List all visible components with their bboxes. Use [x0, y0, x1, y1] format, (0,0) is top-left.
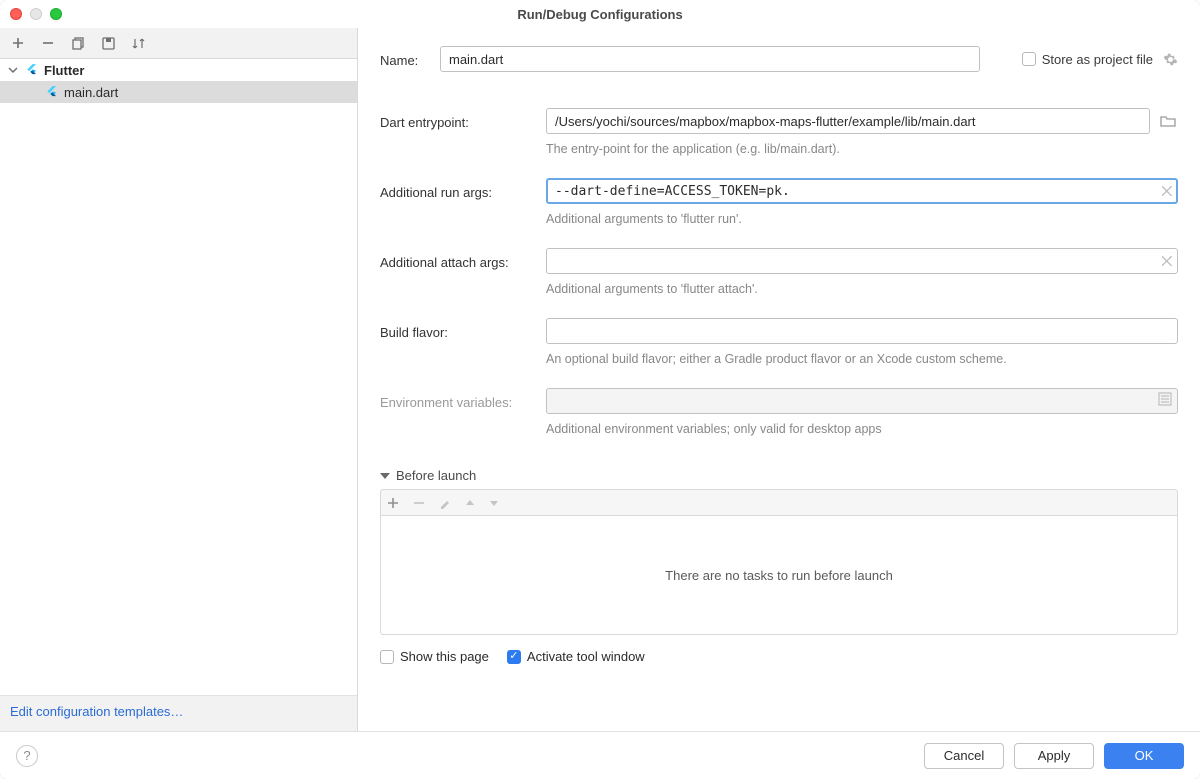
show-this-page-checkbox[interactable] — [380, 650, 394, 664]
flavor-label: Build flavor: — [380, 322, 546, 340]
before-launch-empty-text: There are no tasks to run before launch — [665, 568, 893, 583]
sidebar-toolbar — [0, 28, 357, 58]
cancel-button[interactable]: Cancel — [924, 743, 1004, 769]
down-icon — [489, 498, 499, 508]
remove-icon — [413, 497, 425, 509]
before-launch-header[interactable]: Before launch — [380, 468, 1178, 483]
attach-args-label: Additional attach args: — [380, 252, 546, 270]
entrypoint-input[interactable] — [546, 108, 1150, 134]
configurations-sidebar: Flutter main.dart Edit configuration tem… — [0, 28, 358, 731]
tree-item-main-dart[interactable]: main.dart — [0, 81, 357, 103]
configuration-form: Name: Store as project file Dart entrypo… — [358, 28, 1200, 731]
name-label: Name: — [380, 50, 440, 68]
tree-group-flutter[interactable]: Flutter — [0, 59, 357, 81]
flutter-icon — [44, 84, 60, 100]
run-args-label: Additional run args: — [380, 182, 546, 200]
name-input[interactable] — [440, 46, 980, 72]
add-icon[interactable] — [10, 35, 26, 51]
window-title: Run/Debug Configurations — [517, 7, 682, 22]
store-as-project-file-label: Store as project file — [1042, 52, 1153, 67]
close-window-icon[interactable] — [10, 8, 22, 20]
flavor-hint: An optional build flavor; either a Gradl… — [380, 352, 1178, 366]
store-as-project-file-checkbox[interactable] — [1022, 52, 1036, 66]
flutter-icon — [24, 62, 40, 78]
before-launch-toolbar — [380, 489, 1178, 515]
chevron-down-icon — [8, 65, 20, 75]
env-hint: Additional environment variables; only v… — [380, 422, 1178, 436]
remove-icon[interactable] — [40, 35, 56, 51]
configurations-tree: Flutter main.dart — [0, 58, 357, 695]
window-controls — [10, 8, 62, 20]
titlebar: Run/Debug Configurations — [0, 0, 1200, 28]
copy-icon[interactable] — [70, 35, 86, 51]
triangle-down-icon — [380, 473, 390, 479]
minimize-window-icon — [30, 8, 42, 20]
before-launch-list: There are no tasks to run before launch — [380, 515, 1178, 635]
attach-args-hint: Additional arguments to 'flutter attach'… — [380, 282, 1178, 296]
zoom-window-icon[interactable] — [50, 8, 62, 20]
tree-group-label: Flutter — [44, 63, 84, 78]
help-icon[interactable]: ? — [16, 745, 38, 767]
run-args-input[interactable] — [546, 178, 1178, 204]
env-label: Environment variables: — [380, 392, 546, 410]
activate-tool-window-label: Activate tool window — [527, 649, 645, 664]
flavor-input[interactable] — [546, 318, 1178, 344]
list-icon[interactable] — [1158, 392, 1172, 406]
tree-item-label: main.dart — [64, 85, 118, 100]
ok-button[interactable]: OK — [1104, 743, 1184, 769]
before-launch-label: Before launch — [396, 468, 476, 483]
add-icon[interactable] — [387, 497, 399, 509]
activate-tool-window-checkbox[interactable]: ✓ — [507, 650, 521, 664]
apply-button[interactable]: Apply — [1014, 743, 1094, 769]
up-icon — [465, 498, 475, 508]
edit-templates-link[interactable]: Edit configuration templates… — [10, 704, 183, 719]
show-this-page-label: Show this page — [400, 649, 489, 664]
browse-folder-icon[interactable] — [1158, 111, 1178, 131]
dialog-button-bar: ? Cancel Apply OK — [0, 731, 1200, 779]
save-icon[interactable] — [100, 35, 116, 51]
sort-icon[interactable] — [130, 35, 146, 51]
entrypoint-hint: The entry-point for the application (e.g… — [380, 142, 1178, 156]
edit-icon — [439, 497, 451, 509]
run-args-hint: Additional arguments to 'flutter run'. — [380, 212, 1178, 226]
attach-args-input[interactable] — [546, 248, 1178, 274]
entrypoint-label: Dart entrypoint: — [380, 112, 546, 130]
env-input — [546, 388, 1178, 414]
gear-icon[interactable] — [1163, 52, 1178, 67]
